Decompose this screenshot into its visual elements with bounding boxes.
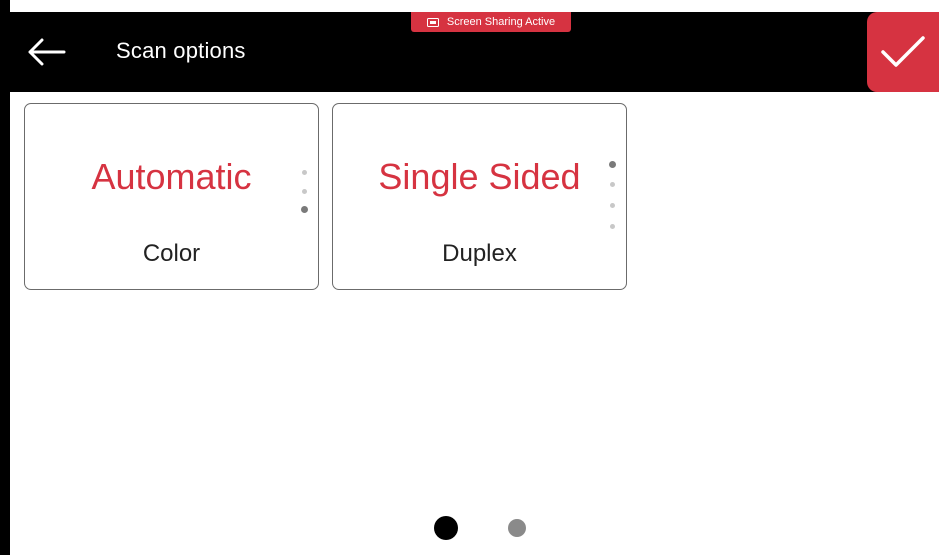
color-label: Color [142,240,201,267]
duplex-option-indicator [608,161,616,229]
screen-sharing-text: Screen Sharing Active [446,16,556,28]
option-dot-selected [608,161,616,168]
duplex-label: Duplex [442,240,517,267]
color-option-card[interactable]: Automatic Color [24,103,319,290]
option-dot [609,203,615,208]
scan-options-screen: Scan options Screen Sharing Active Autom… [0,0,939,555]
arrow-left-icon [28,38,66,66]
option-dot-selected [300,206,308,213]
option-dot [301,170,307,175]
page-title: Scan options [116,38,246,63]
duplex-option-card[interactable]: Single Sided Duplex [332,103,627,290]
option-dot [301,189,307,194]
page-indicator [434,516,526,540]
screen-sharing-banner: Screen Sharing Active [411,12,571,32]
option-dot [609,182,615,187]
checkmark-icon [881,36,925,67]
confirm-button[interactable] [867,12,939,92]
screen-share-icon [426,17,439,27]
color-option-indicator [300,170,308,213]
page-dot-current[interactable] [434,516,458,540]
left-bezel [0,0,10,555]
option-dot [609,224,615,229]
page-dot-next[interactable] [508,519,526,537]
duplex-value: Single Sided [378,156,581,197]
back-button[interactable] [24,32,68,72]
color-value: Automatic [91,156,252,197]
